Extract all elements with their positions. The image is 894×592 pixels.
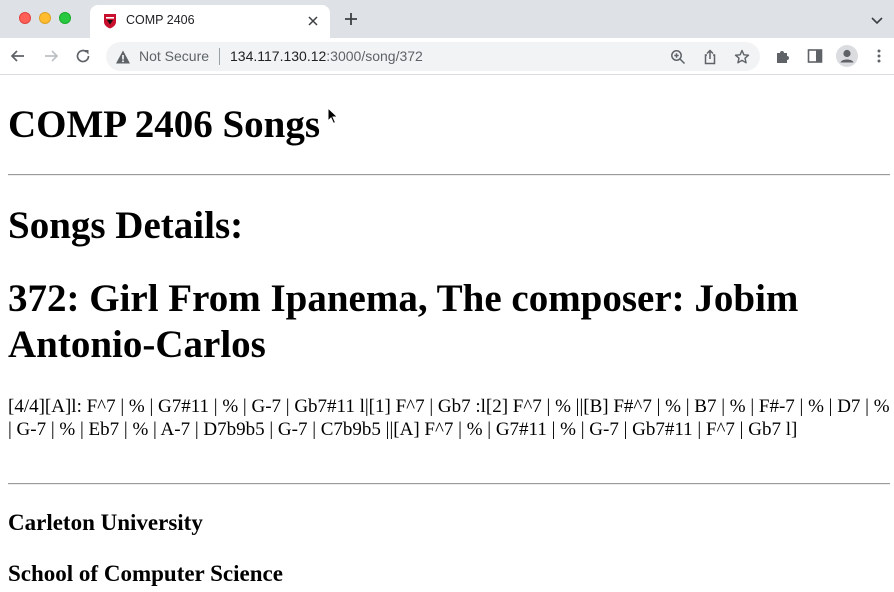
reload-icon[interactable] [73,46,93,66]
address-bar[interactable]: Not Secure 134.117.130.12:3000/song/372 [106,42,760,71]
header-divider [8,174,890,176]
mouse-cursor-icon [327,106,339,125]
section-heading: Songs Details: [8,204,244,247]
song-heading: 372: Girl From Ipanema, The composer: Jo… [8,277,799,366]
minimize-window-button[interactable] [39,12,51,24]
chevron-down-icon[interactable] [869,12,885,28]
security-label[interactable]: Not Secure [139,48,209,64]
kebab-menu-icon[interactable] [870,47,888,65]
zoom-icon[interactable] [669,48,687,66]
url-path: :3000/song/372 [326,48,423,64]
close-window-button[interactable] [19,12,31,24]
extensions-puzzle-icon[interactable] [774,47,792,65]
close-tab-icon[interactable] [304,12,322,30]
address-separator [219,48,220,65]
footer-university: Carleton University [8,510,203,535]
tab-title: COMP 2406 [126,13,195,27]
site-title: COMP 2406 Songs [8,103,321,146]
browser-toolbar: Not Secure 134.117.130.12:3000/song/372 [0,38,894,75]
footer-school: School of Computer Science [8,561,283,586]
tab-strip: COMP 2406 [0,0,894,38]
forward-arrow-icon[interactable] [41,46,61,66]
new-tab-icon[interactable] [341,9,361,29]
chord-progression: [4/4][A]l: F^7 | % | G7#11 | % | G-7 | G… [8,396,890,440]
profile-avatar-icon[interactable] [836,45,858,67]
tab-comp2406[interactable]: COMP 2406 [90,5,330,38]
side-panel-icon[interactable] [806,47,824,65]
url-host: 134.117.130.12 [230,48,327,64]
back-arrow-icon[interactable] [8,46,28,66]
maximize-window-button[interactable] [59,12,71,24]
carleton-favicon-icon [102,13,118,29]
page-content: COMP 2406 Songs Songs Details: 372: Girl… [0,76,894,592]
warning-icon[interactable] [115,49,131,65]
footer-divider [8,483,890,485]
share-icon[interactable] [701,48,719,66]
bookmark-star-icon[interactable] [733,48,751,66]
url-text[interactable]: 134.117.130.12:3000/song/372 [230,48,423,64]
